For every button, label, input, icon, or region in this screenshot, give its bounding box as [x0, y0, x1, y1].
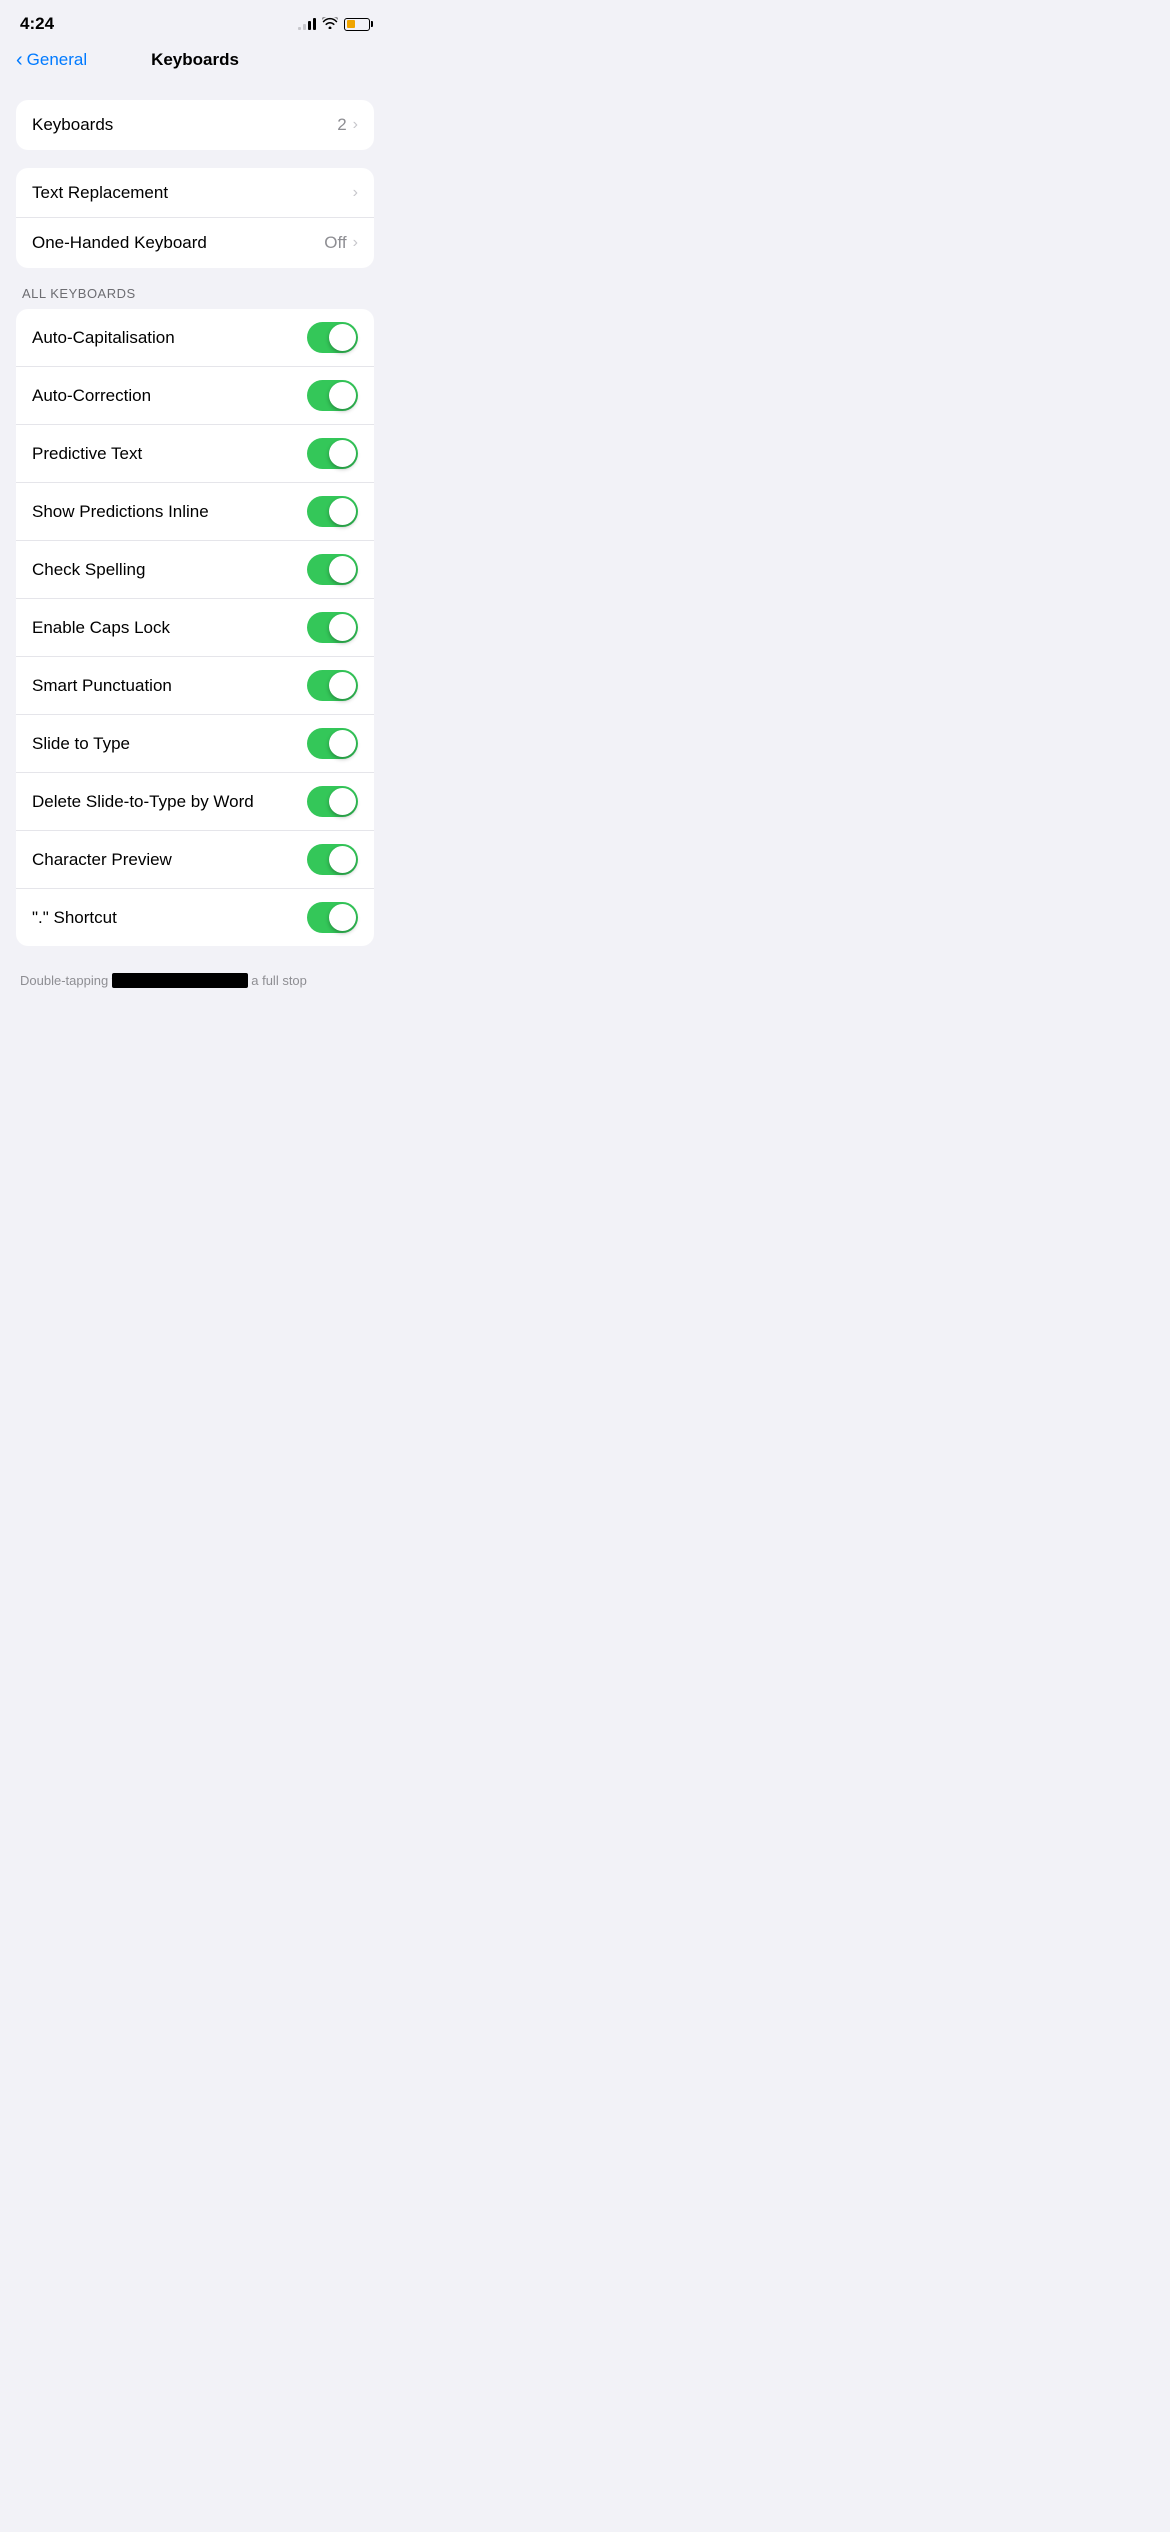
wifi-icon: [322, 17, 338, 32]
slide-to-type-row: Slide to Type: [16, 715, 374, 773]
enable-caps-lock-toggle[interactable]: [307, 612, 358, 643]
status-time: 4:24: [20, 14, 54, 34]
delete-slide-to-type-knob: [329, 788, 356, 815]
check-spelling-knob: [329, 556, 356, 583]
delete-slide-to-type-toggle[interactable]: [307, 786, 358, 817]
check-spelling-toggle[interactable]: [307, 554, 358, 585]
text-replacement-right: ›: [353, 184, 358, 202]
back-chevron-icon: ‹: [16, 50, 23, 70]
auto-capitalisation-knob: [329, 324, 356, 351]
show-predictions-inline-toggle[interactable]: [307, 496, 358, 527]
delete-slide-to-type-row: Delete Slide-to-Type by Word: [16, 773, 374, 831]
footer-text: Double-tapping the space bar will insert…: [0, 964, 390, 1010]
smart-punctuation-toggle[interactable]: [307, 670, 358, 701]
signal-icon: [298, 18, 316, 30]
enable-caps-lock-label: Enable Caps Lock: [32, 618, 307, 638]
text-replacement-chevron-icon: ›: [353, 184, 358, 202]
auto-capitalisation-row: Auto-Capitalisation: [16, 309, 374, 367]
predictive-text-label: Predictive Text: [32, 444, 307, 464]
all-keyboards-section-label: ALL KEYBOARDS: [16, 286, 374, 301]
show-predictions-inline-row: Show Predictions Inline: [16, 483, 374, 541]
character-preview-knob: [329, 846, 356, 873]
one-handed-keyboard-label: One-Handed Keyboard: [32, 233, 324, 253]
footer-text-end: a full stop: [248, 973, 307, 988]
smart-punctuation-row: Smart Punctuation: [16, 657, 374, 715]
battery-icon: [344, 18, 370, 31]
keyboards-group: Keyboards 2 ›: [16, 100, 374, 150]
predictive-text-toggle[interactable]: [307, 438, 358, 469]
keyboards-section: Keyboards 2 ›: [16, 100, 374, 150]
status-bar: 4:24: [0, 0, 390, 42]
predictive-text-knob: [329, 440, 356, 467]
all-keyboards-section: ALL KEYBOARDS Auto-Capitalisation Auto-C…: [16, 286, 374, 946]
footer-text-beginning: Double-tapping: [20, 973, 112, 988]
one-handed-keyboard-chevron-icon: ›: [353, 234, 358, 252]
auto-correction-knob: [329, 382, 356, 409]
keyboards-row[interactable]: Keyboards 2 ›: [16, 100, 374, 150]
misc-section: Text Replacement › One-Handed Keyboard O…: [16, 168, 374, 268]
slide-to-type-toggle[interactable]: [307, 728, 358, 759]
auto-correction-row: Auto-Correction: [16, 367, 374, 425]
smart-punctuation-knob: [329, 672, 356, 699]
status-icons: [298, 17, 370, 32]
enable-caps-lock-knob: [329, 614, 356, 641]
slide-to-type-label: Slide to Type: [32, 734, 307, 754]
keyboards-chevron-icon: ›: [353, 116, 358, 134]
check-spelling-label: Check Spelling: [32, 560, 307, 580]
auto-capitalisation-toggle[interactable]: [307, 322, 358, 353]
keyboards-count: 2: [337, 115, 346, 135]
text-replacement-label: Text Replacement: [32, 183, 353, 203]
period-shortcut-label: "." Shortcut: [32, 908, 307, 928]
slide-to-type-knob: [329, 730, 356, 757]
predictive-text-row: Predictive Text: [16, 425, 374, 483]
one-handed-keyboard-row[interactable]: One-Handed Keyboard Off ›: [16, 218, 374, 268]
show-predictions-inline-label: Show Predictions Inline: [32, 502, 307, 522]
auto-correction-toggle[interactable]: [307, 380, 358, 411]
delete-slide-to-type-label: Delete Slide-to-Type by Word: [32, 792, 307, 812]
check-spelling-row: Check Spelling: [16, 541, 374, 599]
one-handed-keyboard-value: Off: [324, 233, 346, 253]
all-keyboards-group: Auto-Capitalisation Auto-Correction Pred…: [16, 309, 374, 946]
character-preview-row: Character Preview: [16, 831, 374, 889]
redacted-text: the space bar will insert: [112, 973, 248, 988]
text-replacement-row[interactable]: Text Replacement ›: [16, 168, 374, 218]
auto-correction-label: Auto-Correction: [32, 386, 307, 406]
character-preview-label: Character Preview: [32, 850, 307, 870]
nav-bar: ‹ General Keyboards: [0, 42, 390, 82]
one-handed-keyboard-right: Off ›: [324, 233, 358, 253]
enable-caps-lock-row: Enable Caps Lock: [16, 599, 374, 657]
character-preview-toggle[interactable]: [307, 844, 358, 875]
period-shortcut-row: "." Shortcut: [16, 889, 374, 946]
back-label: General: [27, 50, 87, 70]
back-button[interactable]: ‹ General: [16, 50, 87, 70]
period-shortcut-toggle[interactable]: [307, 902, 358, 933]
smart-punctuation-label: Smart Punctuation: [32, 676, 307, 696]
auto-capitalisation-label: Auto-Capitalisation: [32, 328, 307, 348]
page-title: Keyboards: [151, 50, 239, 70]
keyboards-label: Keyboards: [32, 115, 337, 135]
period-shortcut-knob: [329, 904, 356, 931]
show-predictions-inline-knob: [329, 498, 356, 525]
keyboards-right: 2 ›: [337, 115, 358, 135]
misc-group: Text Replacement › One-Handed Keyboard O…: [16, 168, 374, 268]
